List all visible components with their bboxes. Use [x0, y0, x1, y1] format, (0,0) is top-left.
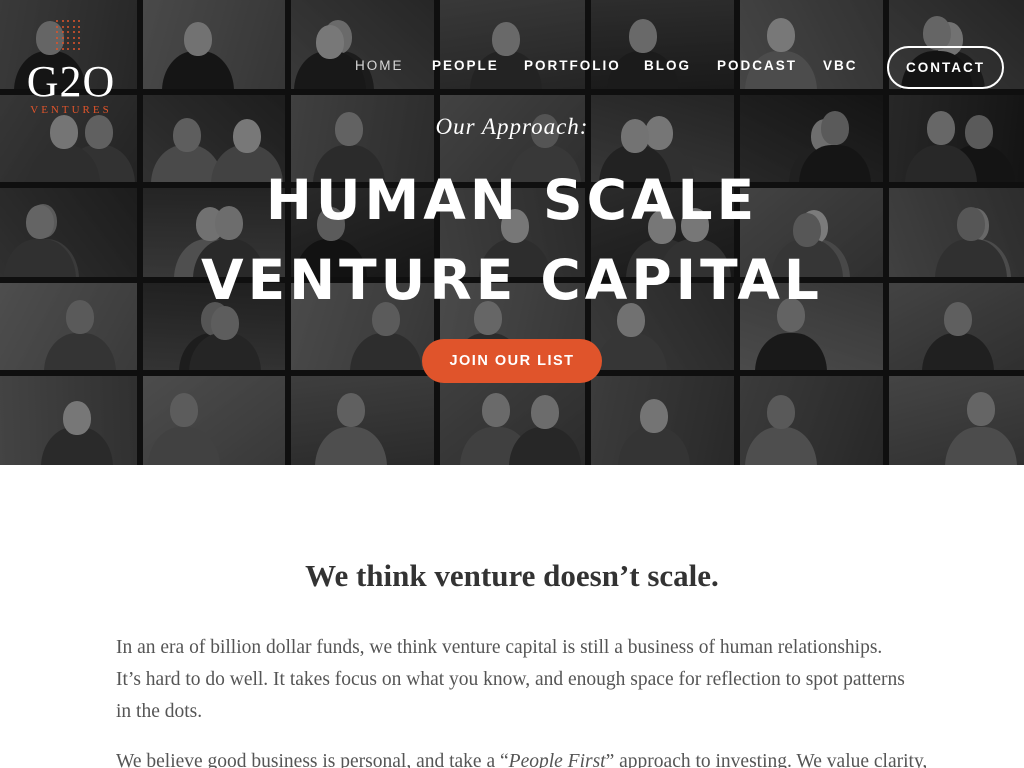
paragraph-text-end: ” approach to investing. We value clarit…: [605, 751, 928, 768]
logo-dot: [61, 42, 64, 44]
logo-dot: [67, 25, 69, 28]
logo-dot: [56, 36, 58, 39]
second-paragraph: We believe good business is personal, an…: [116, 746, 927, 768]
hero-headline-line1: HUMAN SCALE: [265, 168, 759, 232]
logo-dots-icon: [56, 20, 82, 52]
logo-dot: [78, 31, 80, 33]
paragraph-text-start: We believe good business is personal, an…: [116, 751, 509, 768]
logo-dot: [72, 31, 75, 33]
logo-dot: [72, 47, 75, 50]
logo-dot: [61, 31, 64, 33]
hero-eyebrow: Our Approach:: [435, 114, 589, 139]
logo-dot: [61, 25, 64, 28]
logo-dot: [56, 47, 58, 50]
logo-dot: [67, 20, 69, 22]
logo-dot: [67, 42, 69, 44]
nav-item-podcast[interactable]: PODCAST: [717, 58, 797, 73]
logo-dot: [67, 47, 69, 50]
nav-item-people[interactable]: PEOPLE: [432, 58, 499, 73]
nav-item-blog[interactable]: BLOG: [644, 58, 691, 73]
contact-button[interactable]: CONTACT: [887, 46, 1004, 89]
hero-overlay: [0, 0, 1024, 465]
logo-dot: [72, 20, 75, 22]
logo-dot: [78, 42, 80, 44]
paragraph-emphasis: People First: [508, 751, 606, 768]
logo-mark: G2O: [26, 57, 116, 106]
logo-dot: [72, 25, 75, 28]
logo-dot: [67, 36, 69, 39]
logo-dot: [56, 25, 58, 28]
logo-dot: [56, 31, 58, 33]
nav-item-home[interactable]: HOME: [355, 58, 404, 73]
nav-item-portfolio[interactable]: PORTFOLIO: [524, 58, 621, 73]
logo-dot: [78, 25, 80, 28]
logo-dot: [78, 20, 80, 22]
logo-dot: [61, 36, 64, 39]
intro-paragraph: In an era of billion dollar funds, we th…: [116, 637, 905, 722]
logo-dot: [67, 31, 69, 33]
section-title: We think venture doesn’t scale.: [305, 558, 719, 593]
hero-banner: G2O VENTURES HOME PEOPLE PORTFOLIO BLOG …: [0, 0, 1024, 465]
logo-dot: [78, 47, 80, 50]
logo-dot: [56, 42, 58, 44]
logo-dot: [72, 42, 75, 44]
logo-dot: [78, 36, 80, 39]
g2o-logo[interactable]: G2O VENTURES: [18, 18, 124, 118]
join-list-button[interactable]: JOIN OUR LIST: [422, 339, 602, 383]
logo-dot: [61, 47, 64, 50]
logo-dot: [56, 20, 58, 22]
hero-headline-line2: VENTURE CAPITAL: [201, 248, 823, 312]
logo-dot: [61, 20, 64, 22]
nav-item-vbc[interactable]: VBC: [823, 58, 858, 73]
logo-dot: [72, 36, 75, 39]
